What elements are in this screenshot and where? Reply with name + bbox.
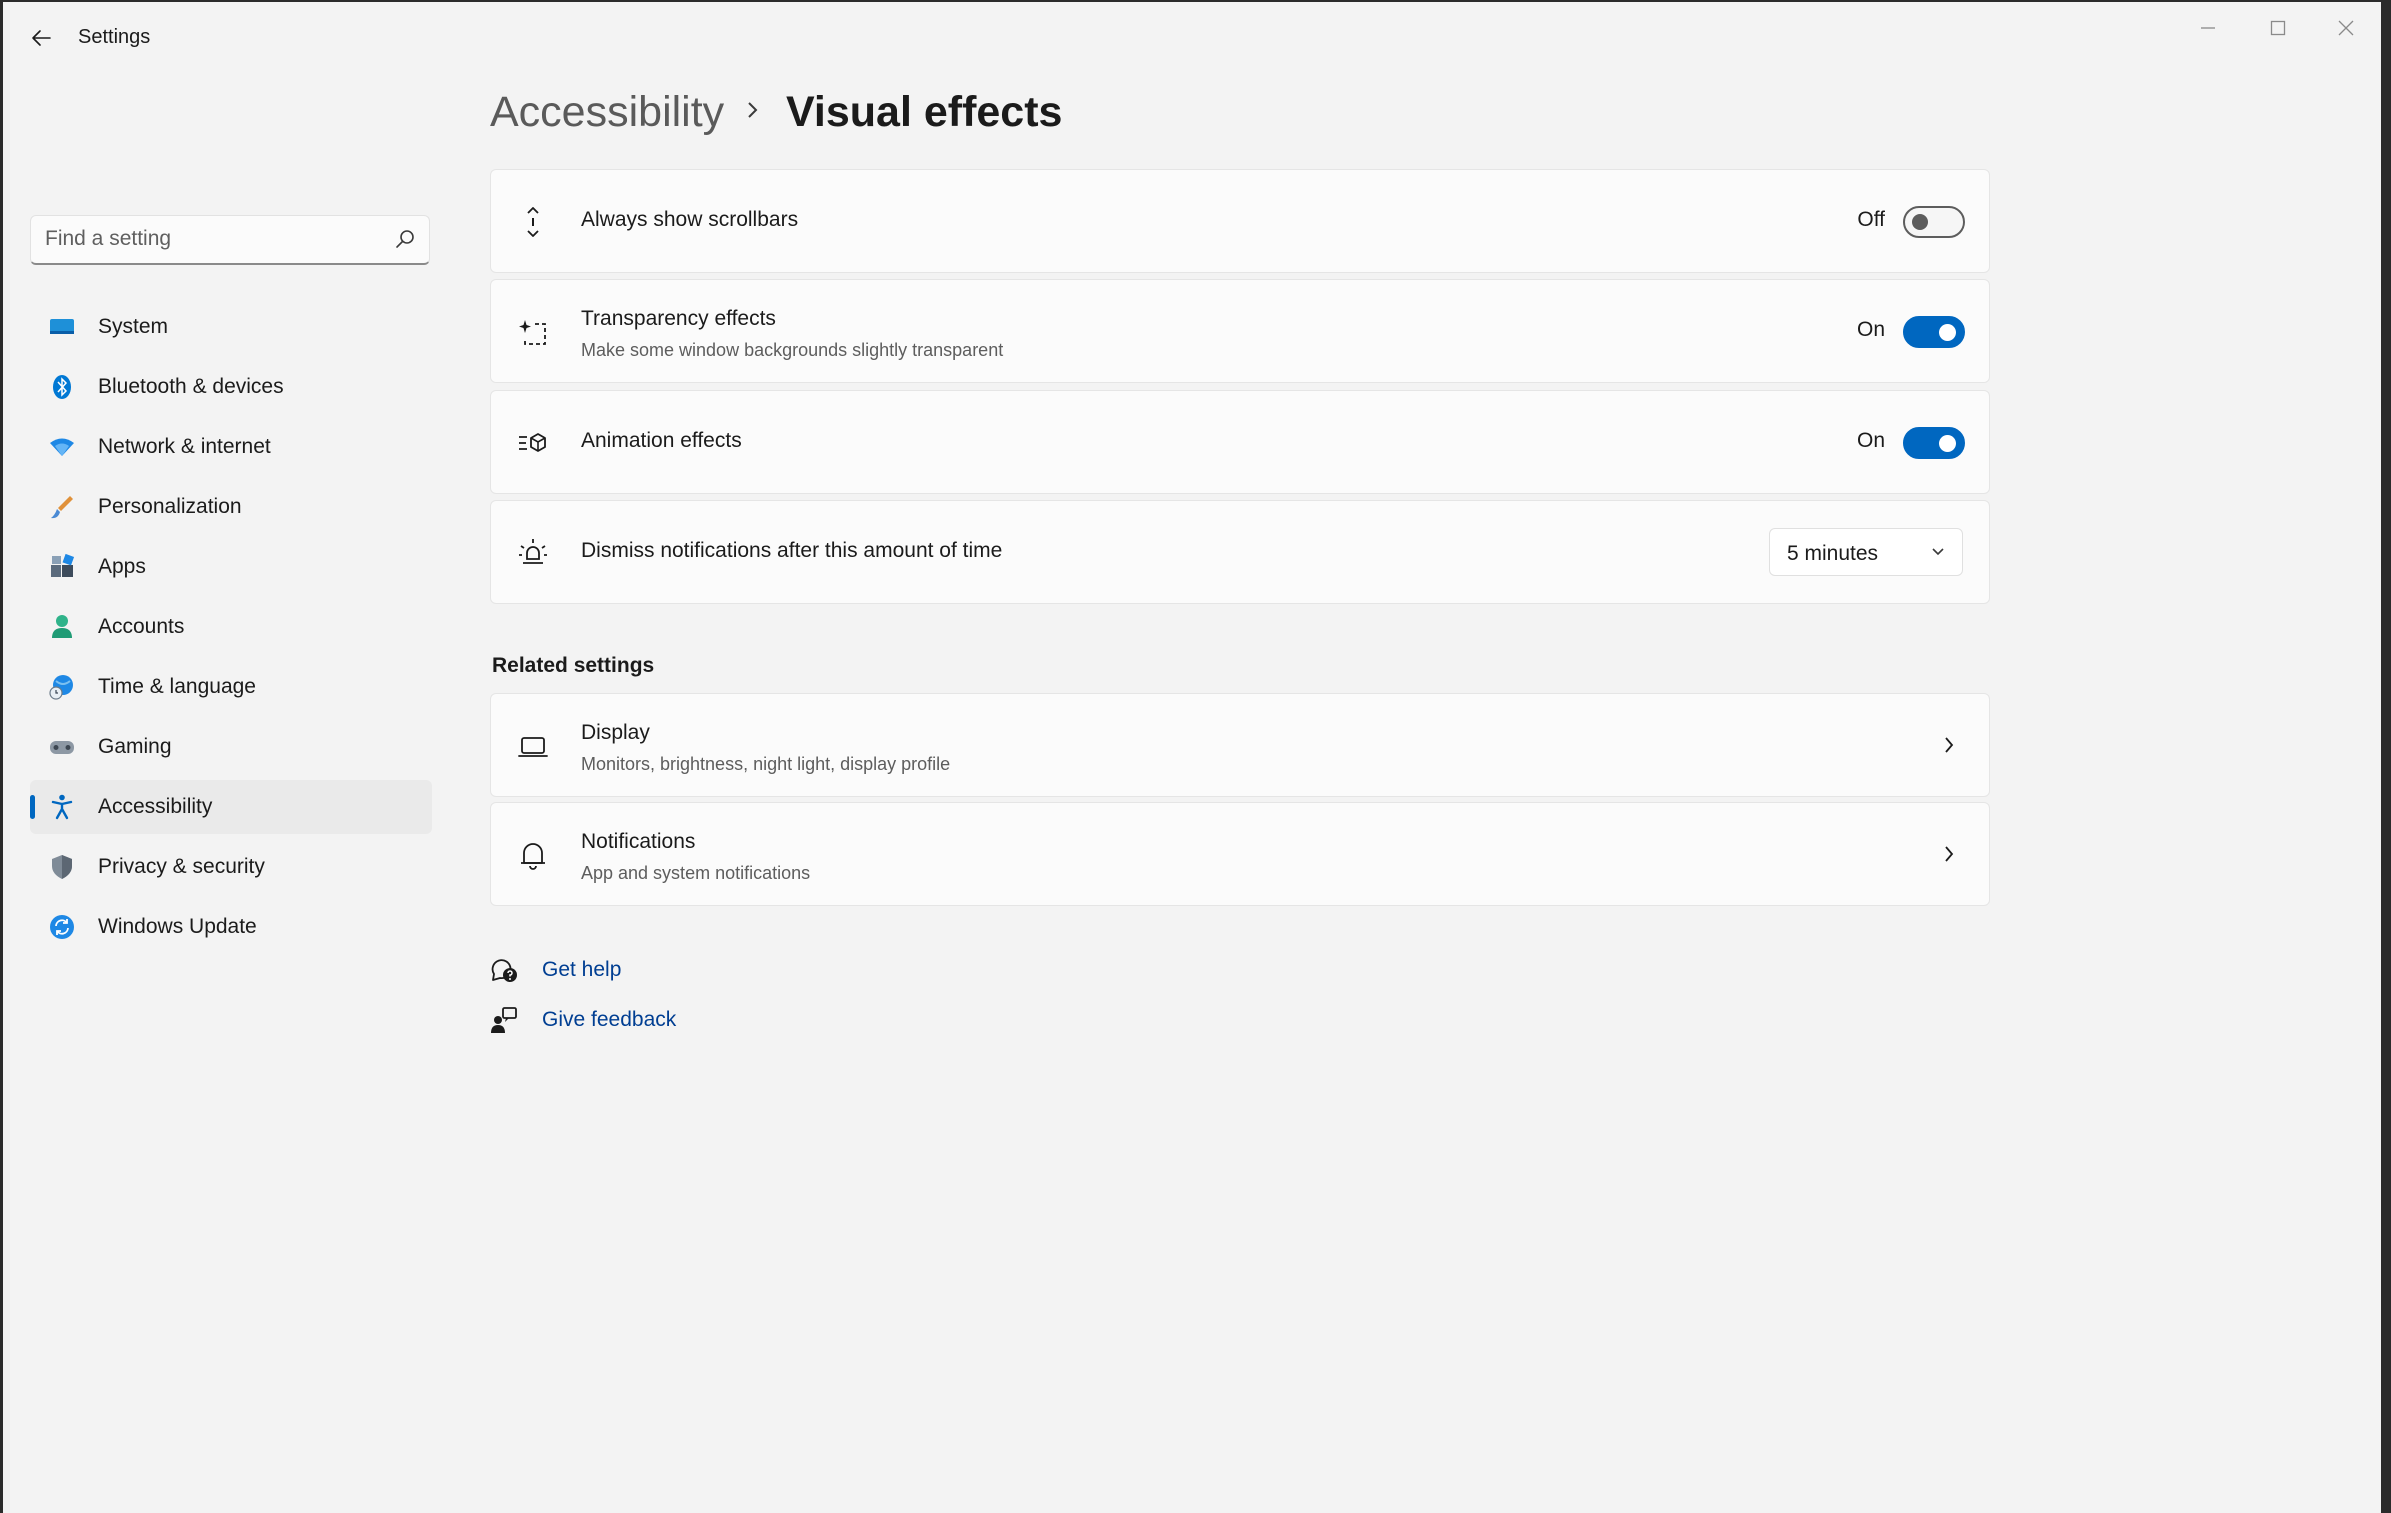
apps-icon [48, 553, 76, 581]
scrollbars-toggle[interactable] [1903, 206, 1965, 238]
sidebar-item-label: Accounts [98, 615, 185, 638]
brush-icon [48, 493, 76, 521]
setting-card-scrollbars: Always show scrollbars Off [490, 169, 1990, 273]
chevron-right-icon [1943, 734, 1955, 761]
settings-window: Settings System [3, 2, 2381, 1513]
shield-icon [48, 853, 76, 881]
related-settings-heading: Related settings [492, 654, 655, 677]
sidebar-item-apps[interactable]: Apps [30, 540, 432, 594]
sidebar-item-label: Bluetooth & devices [98, 375, 284, 398]
sidebar-item-personalization[interactable]: Personalization [30, 480, 432, 534]
laptop-icon [517, 730, 549, 762]
get-help-icon [490, 956, 518, 984]
setting-title: Dismiss notifications after this amount … [581, 539, 1003, 562]
related-subtitle: App and system notifications [581, 863, 811, 883]
title-bar: Settings [3, 2, 2381, 72]
setting-title: Always show scrollbars [581, 208, 799, 231]
related-title: Display [581, 721, 650, 744]
animation-icon [517, 427, 549, 459]
system-icon [48, 313, 76, 341]
notification-timeout-dropdown[interactable]: 5 minutes [1769, 528, 1963, 576]
setting-card-transparency: Transparency effects Make some window ba… [490, 279, 1990, 383]
give-feedback-link[interactable]: Give feedback [542, 1008, 676, 1032]
sidebar-item-label: Network & internet [98, 435, 271, 458]
accessibility-icon [48, 793, 76, 821]
sidebar-item-system[interactable]: System [30, 300, 432, 354]
sidebar-item-label: Privacy & security [98, 855, 265, 878]
wifi-icon [48, 433, 76, 461]
sidebar-item-privacy[interactable]: Privacy & security [30, 840, 432, 894]
sidebar-item-label: System [98, 315, 169, 338]
person-icon [48, 613, 76, 641]
chevron-right-icon [1943, 843, 1955, 870]
sidebar-item-accounts[interactable]: Accounts [30, 600, 432, 654]
bell-icon [517, 839, 549, 871]
sidebar-item-network[interactable]: Network & internet [30, 420, 432, 474]
toggle-state-label: On [1856, 318, 1885, 341]
maximize-button[interactable] [2243, 6, 2313, 50]
sidebar-item-label: Gaming [98, 735, 172, 758]
search-icon[interactable] [395, 229, 415, 254]
globe-clock-icon [48, 673, 76, 701]
bluetooth-icon [48, 373, 76, 401]
breadcrumb-parent[interactable]: Accessibility [490, 88, 724, 137]
sidebar-item-time-language[interactable]: Time & language [30, 660, 432, 714]
breadcrumb-separator-icon [746, 100, 760, 125]
sidebar-item-accessibility[interactable]: Accessibility [30, 780, 432, 834]
animation-toggle[interactable] [1903, 427, 1965, 459]
dropdown-selected-value: 5 minutes [1787, 542, 1879, 565]
app-title: Settings [78, 26, 151, 48]
related-card-notifications[interactable]: Notifications App and system notificatio… [490, 802, 1990, 906]
search-box[interactable] [30, 215, 430, 265]
sidebar-item-label: Accessibility [98, 795, 213, 818]
minimize-button[interactable] [2173, 6, 2243, 50]
setting-title: Animation effects [581, 429, 742, 452]
sidebar-item-gaming[interactable]: Gaming [30, 720, 432, 774]
toggle-knob [1939, 435, 1956, 452]
update-icon [48, 913, 76, 941]
toggle-state-label: Off [1857, 208, 1885, 231]
setting-card-notification-timeout: Dismiss notifications after this amount … [490, 500, 1990, 604]
setting-card-animation: Animation effects On [490, 390, 1990, 494]
minimize-icon [2201, 27, 2215, 29]
sidebar-item-windows-update[interactable]: Windows Update [30, 900, 432, 954]
close-icon [2338, 20, 2354, 36]
back-button[interactable] [21, 18, 61, 58]
close-button[interactable] [2311, 6, 2381, 50]
setting-title: Transparency effects [581, 307, 776, 330]
transparency-sparkle-icon [517, 316, 549, 348]
maximize-icon [2270, 20, 2286, 36]
toggle-knob [1912, 214, 1928, 230]
related-card-display[interactable]: Display Monitors, brightness, night ligh… [490, 693, 1990, 797]
sidebar-item-bluetooth[interactable]: Bluetooth & devices [30, 360, 432, 414]
transparency-toggle[interactable] [1903, 316, 1965, 348]
sidebar-nav: System Bluetooth & devices Network & int… [30, 300, 432, 960]
related-title: Notifications [581, 830, 696, 853]
page-title: Visual effects [786, 88, 1063, 136]
back-arrow-icon [32, 30, 51, 46]
controller-icon [48, 733, 76, 761]
toggle-knob [1939, 324, 1956, 341]
give-feedback-icon [490, 1006, 518, 1034]
get-help-link[interactable]: Get help [542, 958, 621, 982]
search-input[interactable] [45, 216, 385, 262]
sidebar-item-label: Apps [98, 555, 146, 578]
related-subtitle: Monitors, brightness, night light, displ… [581, 754, 951, 774]
notification-timer-icon [517, 537, 549, 569]
scrollbar-arrows-icon [517, 206, 549, 238]
sidebar-item-label: Windows Update [98, 915, 257, 938]
setting-subtitle: Make some window backgrounds slightly tr… [581, 340, 1004, 360]
chevron-down-icon [1930, 545, 1946, 564]
sidebar-item-label: Time & language [98, 675, 256, 698]
sidebar-item-label: Personalization [98, 495, 242, 518]
toggle-state-label: On [1856, 429, 1885, 452]
